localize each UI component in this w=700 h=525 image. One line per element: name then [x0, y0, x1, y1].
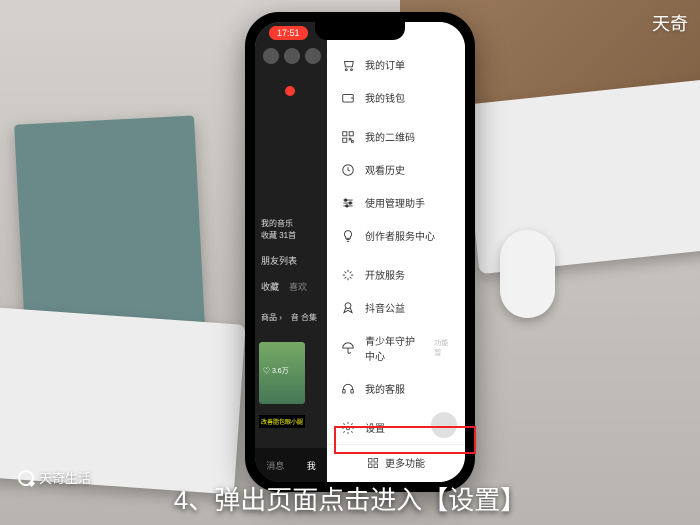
notification-badge: [285, 86, 295, 96]
search-icon[interactable]: [284, 48, 300, 64]
tutorial-caption: 4、弹出页面点击进入【设置】: [174, 480, 526, 517]
tab-collection[interactable]: 收藏: [261, 282, 279, 292]
mouse-prop: [500, 230, 555, 318]
menu-item-charity[interactable]: 抖音公益: [327, 291, 465, 324]
phone-screen: 17:51 我的音乐 收藏 31首 朋友列表 收藏 喜欢: [255, 22, 465, 482]
tabs-row: 收藏 喜欢: [261, 280, 307, 293]
my-music-count: 收藏 31首: [261, 230, 296, 241]
category-row: 商品 › 音 合集: [261, 312, 317, 323]
keyboard-prop-right: [462, 76, 700, 274]
spark-icon: [341, 268, 355, 282]
menu-item-creator-center[interactable]: 创作者服务中心: [327, 219, 465, 252]
menu-item-qrcode[interactable]: 我的二维码: [327, 120, 465, 153]
goods-link[interactable]: 商品 ›: [261, 313, 282, 322]
logo-icon: [18, 470, 34, 486]
avatar-icon[interactable]: [263, 48, 279, 64]
headset-icon: [341, 382, 355, 396]
menu-sublabel: 功能暂: [434, 338, 451, 358]
menu-label: 我的二维码: [365, 129, 415, 144]
top-icons-row: [263, 48, 321, 64]
menu-icon[interactable]: [305, 48, 321, 64]
side-drawer-menu: 我的订单 我的钱包 我的二维码 观看历史 使用管理助手: [327, 22, 465, 482]
watermark-logo: 天奇生活: [18, 468, 91, 487]
more-functions-button[interactable]: 更多功能: [327, 444, 465, 482]
friends-list-label[interactable]: 朋友列表: [261, 254, 297, 267]
menu-label: 使用管理助手: [365, 195, 425, 210]
video-caption: 改善脂包眼小腿: [259, 415, 305, 428]
phone-notch: [315, 22, 405, 40]
menu-item-history[interactable]: 观看历史: [327, 153, 465, 186]
tab-messages[interactable]: 消息: [266, 459, 284, 472]
menu-label: 创作者服务中心: [365, 228, 435, 243]
menu-label: 观看历史: [365, 162, 405, 177]
phone-mockup: 17:51 我的音乐 收藏 31首 朋友列表 收藏 喜欢: [245, 12, 475, 492]
menu-item-youth-guard[interactable]: 青少年守护中心 功能暂: [327, 324, 465, 372]
wallet-icon: [341, 91, 355, 105]
gear-icon: [341, 421, 355, 435]
watermark-text: 天奇生活: [39, 468, 91, 487]
brand-corner: 天奇: [652, 10, 688, 36]
grid-icon: [367, 457, 379, 469]
menu-item-wallet[interactable]: 我的钱包: [327, 81, 465, 114]
menu-item-orders[interactable]: 我的订单: [327, 48, 465, 81]
tab-likes[interactable]: 喜欢: [289, 282, 307, 292]
menu-item-assistant[interactable]: 使用管理助手: [327, 186, 465, 219]
tutorial-scene: 17:51 我的音乐 收藏 31首 朋友列表 收藏 喜欢: [0, 0, 700, 525]
menu-label: 我的订单: [365, 57, 405, 72]
tap-indicator: [431, 412, 457, 438]
umbrella-icon: [341, 341, 355, 355]
menu-label: 开放服务: [365, 267, 405, 282]
status-time: 17:51: [269, 26, 308, 40]
background-app-dim[interactable]: 我的音乐 收藏 31首 朋友列表 收藏 喜欢 商品 › 音 合集 ♡ 3.6万 …: [255, 22, 327, 482]
more-label: 更多功能: [385, 455, 425, 470]
menu-label: 抖音公益: [365, 300, 405, 315]
cart-icon: [341, 58, 355, 72]
lightbulb-icon: [341, 229, 355, 243]
tab-me[interactable]: 我: [307, 459, 316, 472]
menu-label: 我的客服: [365, 381, 405, 396]
ribbon-icon: [341, 301, 355, 315]
qrcode-icon: [341, 130, 355, 144]
menu-label: 设置: [365, 420, 385, 435]
menu-label: 青少年守护中心: [365, 333, 420, 363]
my-music-label[interactable]: 我的音乐: [261, 218, 293, 229]
bottom-nav: 消息 我: [255, 448, 327, 482]
menu-label: 我的钱包: [365, 90, 405, 105]
clock-icon: [341, 163, 355, 177]
slider-icon: [341, 196, 355, 210]
keyboard-prop-left: [0, 305, 246, 494]
menu-item-support[interactable]: 我的客服: [327, 372, 465, 405]
video-likes: ♡ 3.6万: [263, 366, 289, 376]
sound-label: 音 合集: [291, 313, 317, 322]
menu-item-open-service[interactable]: 开放服务: [327, 258, 465, 291]
